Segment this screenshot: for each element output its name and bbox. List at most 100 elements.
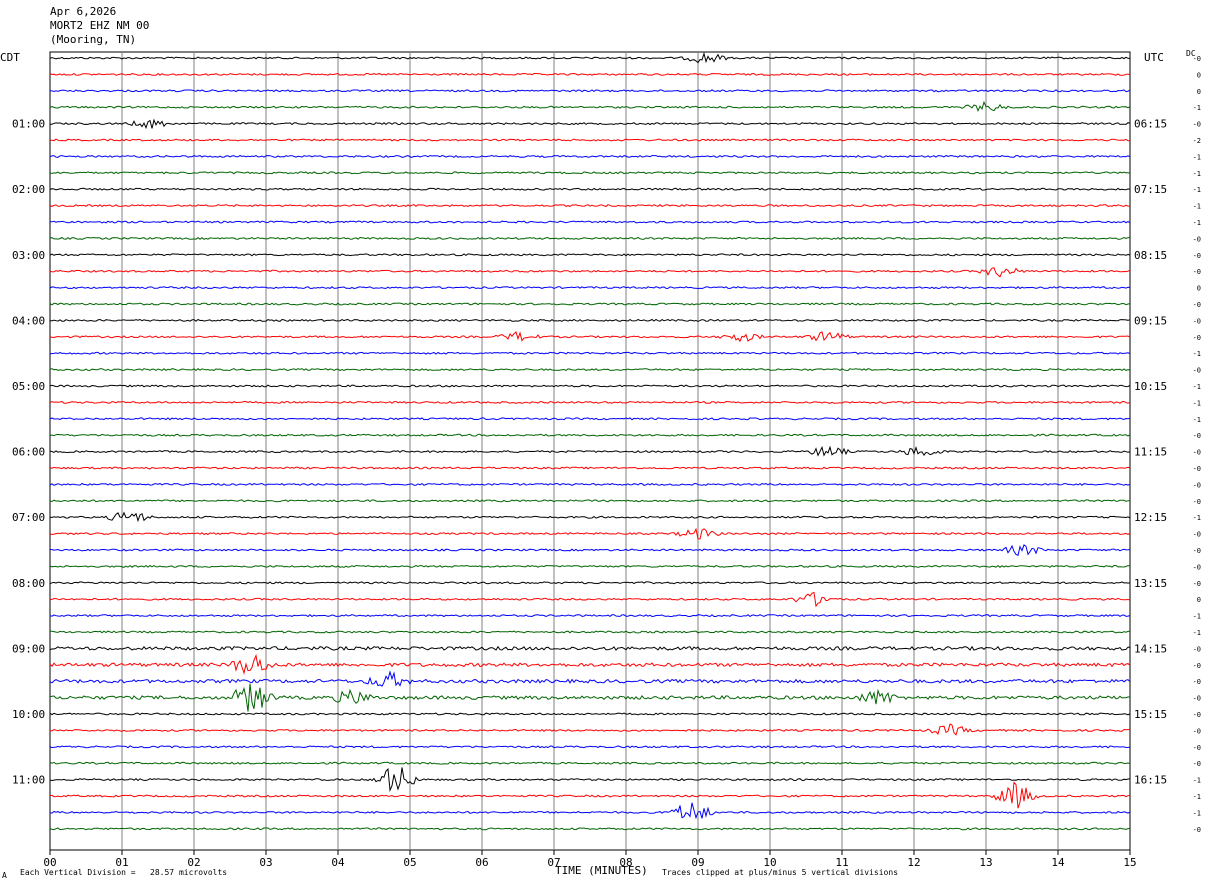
x-tick-label: 03	[259, 856, 272, 869]
right-time-label: 14:15	[1134, 642, 1167, 655]
x-tick-label: 04	[331, 856, 345, 869]
left-time-label: 11:00	[12, 774, 45, 787]
seismic-trace	[49, 581, 1131, 585]
left-time-label: 04:00	[12, 314, 45, 327]
left-time-label: 07:00	[12, 511, 45, 524]
seismic-trace	[49, 482, 1131, 486]
dc-offset-label: -0	[1193, 268, 1201, 276]
dc-offset-label: -0	[1193, 317, 1201, 325]
seismic-trace	[49, 802, 1131, 820]
dc-offset-label: -0	[1193, 449, 1201, 457]
left-time-label: 02:00	[12, 183, 45, 196]
dc-offset-label: -0	[1193, 334, 1201, 342]
seismic-trace	[49, 499, 1131, 503]
x-axis-title: TIME (MINUTES)	[555, 864, 648, 877]
seismic-trace	[49, 645, 1131, 651]
dc-offset-label: -0	[1193, 498, 1201, 506]
helicorder-plot: 00 01 02 03 04 05 06 07 08 09 10 11 12 13 14 15-000-1-0…	[12, 51, 1201, 869]
seismic-trace	[49, 171, 1131, 175]
dc-offset-label: -0	[1193, 711, 1201, 719]
dc-offset-label: -0	[1193, 252, 1201, 260]
seismic-trace	[49, 267, 1131, 278]
seismic-trace	[49, 400, 1131, 404]
right-time-label: 15:15	[1134, 708, 1167, 721]
right-time-label: 09:15	[1134, 314, 1167, 327]
dc-offset-label: -0	[1193, 301, 1201, 309]
dc-offset-label: -0	[1193, 662, 1201, 670]
seismic-trace	[49, 683, 1131, 712]
seismic-trace	[49, 591, 1131, 608]
seismic-trace	[49, 89, 1131, 93]
seismic-trace	[49, 138, 1131, 142]
right-time-label: 13:15	[1134, 577, 1167, 590]
right-time-label: 08:15	[1134, 249, 1167, 262]
seismic-trace	[49, 761, 1131, 765]
seismic-trace	[49, 253, 1131, 257]
dc-offset-label: -1	[1193, 383, 1201, 391]
right-time-label: 12:15	[1134, 511, 1167, 524]
seismic-trace	[49, 544, 1131, 556]
dc-offset-label: -0	[1193, 645, 1201, 653]
dc-offset-label: -1	[1193, 170, 1201, 178]
x-tick-label: 13	[979, 856, 992, 869]
dc-offset-label: -1	[1193, 203, 1201, 211]
dc-offset-label: -1	[1193, 416, 1201, 424]
dc-offset-label: 0	[1197, 285, 1201, 293]
seismic-trace	[49, 220, 1131, 224]
seismic-trace	[49, 302, 1131, 306]
dc-offset-label: -0	[1193, 563, 1201, 571]
dc-offset-label: -0	[1193, 678, 1201, 686]
left-time-label: 03:00	[12, 249, 45, 262]
right-time-label: 10:15	[1134, 380, 1167, 393]
seismic-trace	[49, 204, 1130, 208]
seismic-trace	[49, 384, 1131, 388]
dc-offset-label: -0	[1193, 432, 1201, 440]
seismic-trace	[49, 187, 1131, 191]
dc-offset-label: -1	[1193, 629, 1201, 637]
dc-offset-label: 0	[1197, 596, 1201, 604]
seismic-trace	[49, 670, 1131, 687]
left-time-label: 09:00	[12, 642, 45, 655]
dc-offset-label: -0	[1193, 367, 1201, 375]
dc-offset-label: -1	[1193, 399, 1201, 407]
seismic-trace	[49, 745, 1131, 749]
dc-offset-label: -0	[1193, 235, 1201, 243]
left-time-label: 05:00	[12, 380, 45, 393]
dc-offset-label: -1	[1193, 613, 1201, 621]
dc-offset-label: -1	[1193, 104, 1201, 112]
dc-offset-label: -0	[1193, 727, 1201, 735]
dc-offset-label: 0	[1197, 71, 1201, 79]
x-tick-label: 12	[907, 856, 920, 869]
seismic-trace	[49, 630, 1131, 634]
dc-offset-label: -1	[1193, 350, 1201, 358]
right-time-label: 06:15	[1134, 118, 1167, 131]
seismic-trace	[49, 511, 1131, 523]
seismic-trace	[49, 331, 1131, 343]
dc-offset-label: -1	[1193, 793, 1201, 801]
x-tick-label: 06	[475, 856, 488, 869]
left-time-label: 08:00	[12, 577, 45, 590]
dc-offset-label: -0	[1193, 580, 1201, 588]
dc-offset-label: 0	[1197, 88, 1201, 96]
seismic-trace	[49, 781, 1130, 809]
seismic-trace	[49, 286, 1131, 290]
dc-offset-label: -0	[1193, 826, 1201, 834]
seismic-trace	[49, 118, 1131, 130]
seismic-trace	[49, 466, 1131, 470]
seismic-trace	[49, 154, 1131, 158]
dc-offset-label: -2	[1193, 137, 1201, 145]
left-time-label: 10:00	[12, 708, 45, 721]
left-time-label: 06:00	[12, 446, 45, 459]
right-time-label: 16:15	[1134, 774, 1167, 787]
seismic-trace	[49, 712, 1131, 716]
dc-offset-label: -1	[1193, 777, 1201, 785]
vertical-scale-note: Each Vertical Division = 28.57 microvolt…	[20, 868, 228, 877]
seismic-trace	[49, 351, 1131, 355]
dc-offset-label: -0	[1193, 531, 1201, 539]
left-time-label: 01:00	[12, 118, 45, 131]
seismic-trace	[49, 433, 1131, 437]
dc-offset-label: -1	[1193, 153, 1201, 161]
seismic-trace	[49, 653, 1131, 675]
seismic-trace	[49, 51, 1131, 64]
dc-offset-label: -0	[1193, 547, 1201, 555]
